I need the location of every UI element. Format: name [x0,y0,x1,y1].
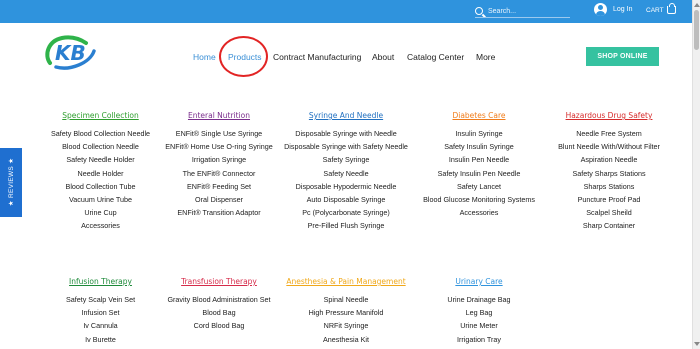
list-item[interactable]: Spinal Needle [279,293,413,306]
category-title[interactable]: Transfusion Therapy [160,276,278,293]
list-item[interactable]: Safety Insulin Syringe [417,140,541,153]
list-item[interactable]: Accessories [417,206,541,219]
category-specimen-collection: Specimen Collection Safety Blood Collect… [42,110,159,233]
list-item[interactable]: Iv Cannula [42,319,159,332]
list-item[interactable]: Irrigation Tray [417,333,541,346]
list-item[interactable]: Blood Bag [160,306,278,319]
list-item[interactable]: Anesthesia Kit [279,333,413,346]
list-item[interactable]: Urine Meter [417,319,541,332]
cart-icon [666,3,676,14]
list-item[interactable]: Insulin Pen Needle [417,153,541,166]
highlight-circle [219,36,268,77]
login-label: Log In [613,6,633,13]
list-item[interactable]: Sharp Container [548,219,670,232]
nav-contract-manufacturing[interactable]: Contract Manufacturing [273,52,361,62]
list-item[interactable]: Safety Needle Holder [42,153,159,166]
list-item[interactable]: Cord Blood Bag [160,319,278,332]
list-item[interactable]: Needle Free System [548,127,670,140]
list-item[interactable]: Blood Collection Needle [42,140,159,153]
search-underline [475,17,570,18]
list-item[interactable]: Blunt Needle With/Without Filter [548,140,670,153]
list-item[interactable]: The ENFit® Connector [160,167,278,180]
category-hazardous-drug-safety: Hazardous Drug Safety Needle Free System… [548,110,670,233]
list-item[interactable]: Blood Glucose Monitoring Systems [417,193,541,206]
list-item[interactable]: Safety Needle [279,167,413,180]
list-item[interactable]: Pre-Filled Flush Syringe [279,219,413,232]
scroll-down-arrow-icon[interactable] [694,342,700,346]
category-infusion-therapy: Infusion Therapy Safety Scalp Vein Set I… [42,276,159,346]
list-item[interactable]: Needle Holder [42,167,159,180]
category-urinary-care: Urinary Care Urine Drainage Bag Leg Bag … [417,276,541,346]
list-item[interactable]: Infusion Set [42,306,159,319]
list-item[interactable]: Pc (Polycarbonate Syringe) [279,206,413,219]
list-item[interactable]: ENFit® Transition Adaptor [160,206,278,219]
nav-about[interactable]: About [372,52,394,62]
reviews-tab[interactable]: ★ REVIEWS ★ [0,148,22,217]
list-item[interactable]: Oral Dispenser [160,193,278,206]
category-title[interactable]: Diabetes Care [417,110,541,127]
category-transfusion-therapy: Transfusion Therapy Gravity Blood Admini… [160,276,278,333]
page-scrollbar[interactable] [692,0,700,349]
shop-online-button[interactable]: SHOP ONLINE [586,47,659,66]
list-item[interactable]: Safety Syringe [279,153,413,166]
list-item[interactable]: Disposable Hypodermic Needle [279,180,413,193]
list-item[interactable]: ENFit® Feeding Set [160,180,278,193]
list-item[interactable]: Safety Lancet [417,180,541,193]
category-title[interactable]: Syringe And Needle [279,110,413,127]
company-logo[interactable]: KB [42,33,100,71]
list-item[interactable]: High Pressure Manifold [279,306,413,319]
list-item[interactable]: Accessories [42,219,159,232]
list-item[interactable]: Urine Cup [42,206,159,219]
category-syringe-and-needle: Syringe And Needle Disposable Syringe wi… [279,110,413,233]
category-diabetes-care: Diabetes Care Insulin Syringe Safety Ins… [417,110,541,219]
avatar-icon [594,3,607,16]
search-box[interactable]: Search... [475,4,516,18]
cart-label: CART [646,6,664,14]
top-bar: Search... Log In CART [0,0,692,23]
list-item[interactable]: Disposable Syringe with Safety Needle [279,140,413,153]
list-item[interactable]: Puncture Proof Pad [548,193,670,206]
list-item[interactable]: Safety Sharps Stations [548,167,670,180]
search-input[interactable]: Search... [488,8,516,15]
list-item[interactable]: Auto Disposable Syringe [279,193,413,206]
cart-button[interactable]: CART [646,3,676,14]
list-item[interactable]: Aspiration Needle [548,153,670,166]
search-icon[interactable] [475,7,483,15]
list-item[interactable]: Irrigation Syringe [160,153,278,166]
list-item[interactable]: Disposable Syringe with Needle [279,127,413,140]
category-title[interactable]: Specimen Collection [42,110,159,127]
logo-text: KB [55,41,86,65]
list-item[interactable]: Vacuum Urine Tube [42,193,159,206]
list-item[interactable]: Leg Bag [417,306,541,319]
list-item[interactable]: ENFit® Single Use Syringe [160,127,278,140]
list-item[interactable]: Safety Scalp Vein Set [42,293,159,306]
nav-more[interactable]: More [476,52,495,62]
category-anesthesia-pain-management: Anesthesia & Pain Management Spinal Need… [279,276,413,346]
category-enteral-nutrition: Enteral Nutrition ENFit® Single Use Syri… [160,110,278,219]
list-item[interactable]: Iv Burette [42,333,159,346]
category-title[interactable]: Enteral Nutrition [160,110,278,127]
list-item[interactable]: Scalpel Sheild [548,206,670,219]
login-button[interactable]: Log In [594,3,632,16]
scroll-up-arrow-icon[interactable] [694,3,700,7]
list-item[interactable]: NRFit Syringe [279,319,413,332]
list-item[interactable]: Gravity Blood Administration Set [160,293,278,306]
category-title[interactable]: Anesthesia & Pain Management [279,276,413,293]
list-item[interactable]: Urine Drainage Bag [417,293,541,306]
list-item[interactable]: Blood Collection Tube [42,180,159,193]
scroll-thumb[interactable] [694,10,699,50]
list-item[interactable]: Sharps Stations [548,180,670,193]
nav-home[interactable]: Home [193,52,216,62]
list-item[interactable]: Safety Insulin Pen Needle [417,167,541,180]
reviews-label: ★ REVIEWS ★ [8,157,15,207]
category-title[interactable]: Urinary Care [417,276,541,293]
list-item[interactable]: Safety Blood Collection Needle [42,127,159,140]
category-title[interactable]: Hazardous Drug Safety [548,110,670,127]
list-item[interactable]: ENFit® Home Use O-ring Syringe [160,140,278,153]
category-title[interactable]: Infusion Therapy [42,276,159,293]
nav-catalog-center[interactable]: Catalog Center [407,52,464,62]
list-item[interactable]: Insulin Syringe [417,127,541,140]
